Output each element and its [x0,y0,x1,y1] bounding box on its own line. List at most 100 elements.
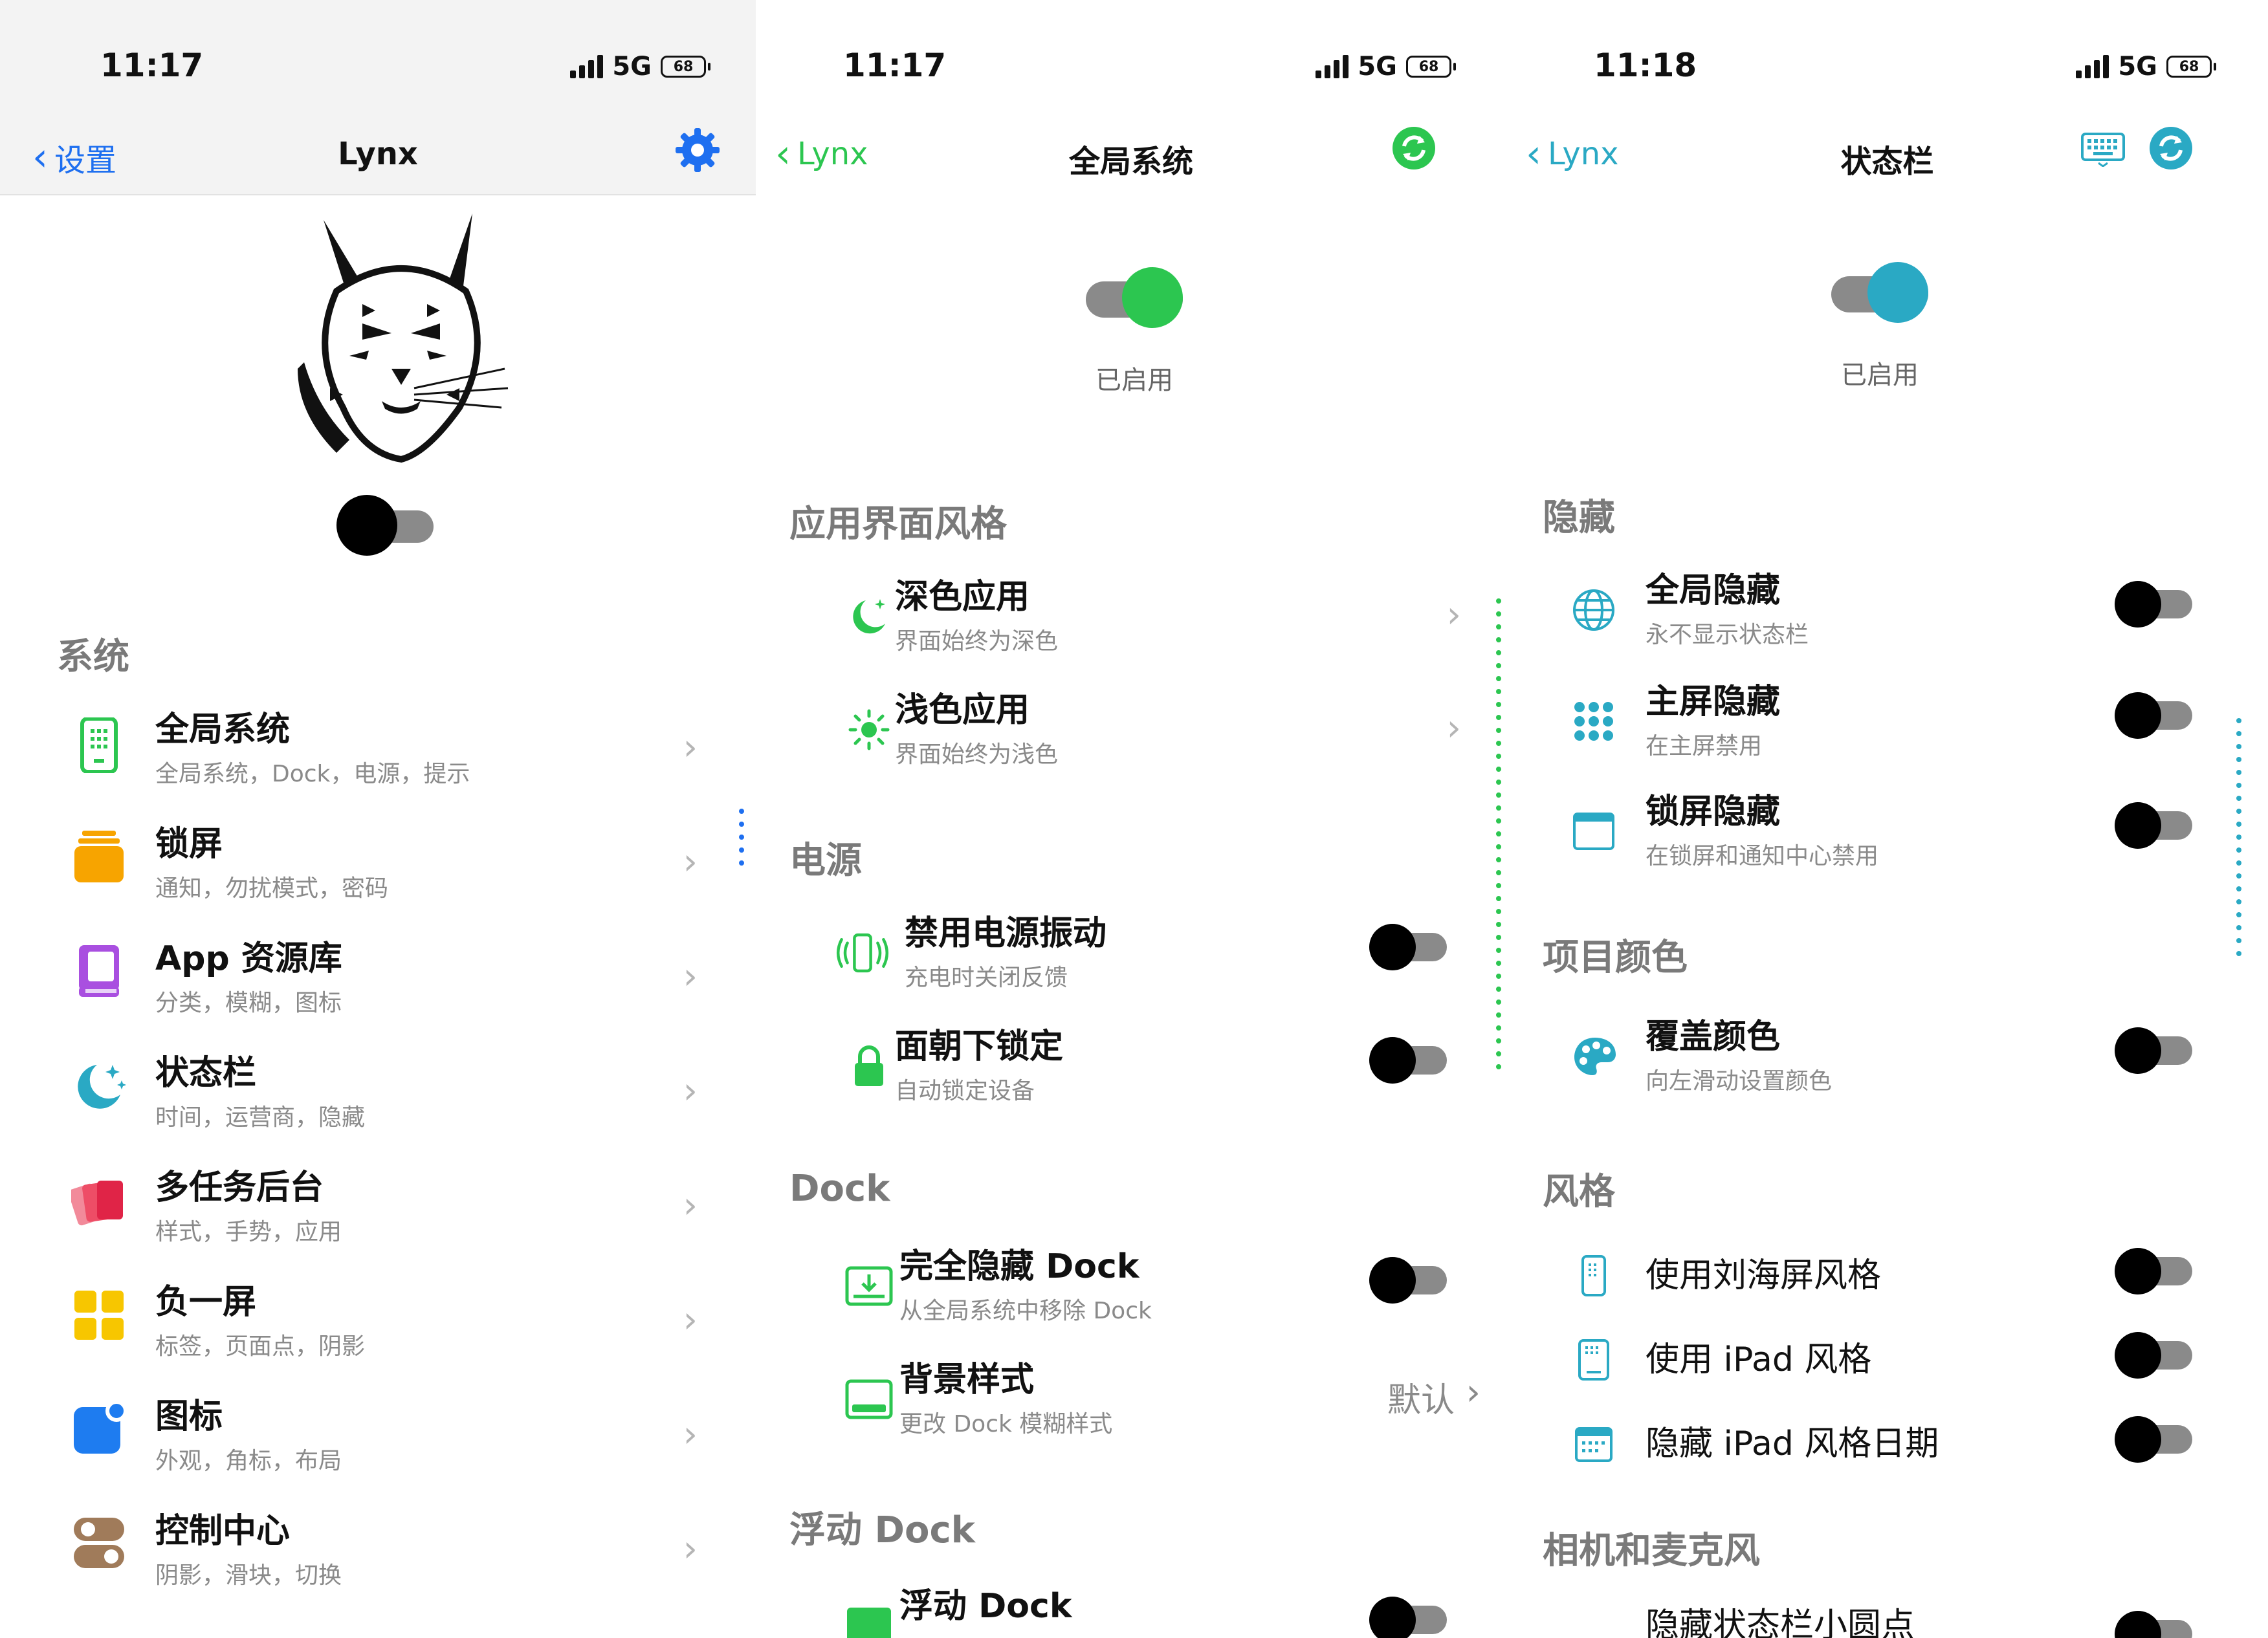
toggle-switch[interactable] [1369,924,1447,970]
chevron-right-icon: › [683,1185,698,1227]
lynx-logo [285,194,518,475]
list-item-today-view[interactable]: 负一屏 标签，页面点，阴影 › [0,1274,756,1371]
toggle-switch[interactable] [1369,1037,1447,1084]
network-label: 5G [612,52,652,82]
widgets-icon [70,1286,128,1344]
global-system-screen: 11:17 5G 68 ‹ Lynx 全局系统 已启用 应用界面风格 深色应用 … [756,0,1506,1638]
dock-icon [840,1370,898,1428]
list-item-ipad-style[interactable]: 使用 iPad 风格 [1506,1324,2268,1395]
lynx-master-toggle[interactable] [336,495,434,557]
list-item-global-system[interactable]: 全局系统 全局系统，Dock，电源，提示 › [0,702,756,799]
grid-dots-icon [1565,692,1623,750]
status-time: 11:18 [1594,47,1697,84]
list-item-hide-home[interactable]: 主屏隐藏 在主屏禁用 [1506,674,2268,771]
status-bar: 11:17 5G 68 [0,0,756,116]
list-item-hide-status-dots[interactable]: 隐藏状态栏小圆点 [1506,1598,2268,1638]
list-item-hide-global[interactable]: 全局隐藏 永不显示状态栏 [1506,563,2268,660]
floating-dock-icon [840,1597,898,1638]
status-bar: 11:17 5G 68 [756,0,1506,116]
list-item-multitasking[interactable]: 多任务后台 样式，手势，应用 › [0,1160,756,1257]
list-item-dark-app[interactable]: 深色应用 界面始终为深色 › [756,569,1506,666]
section-title: 隐藏 [1543,497,1615,539]
toggle-switch[interactable] [2115,692,2192,739]
moon-stars-icon [70,1057,128,1115]
chevron-right-icon: › [1466,1371,1481,1414]
section-title: 风格 [1543,1171,1615,1213]
list-item-override-color[interactable]: 覆盖颜色 向左滑动设置颜色 [1506,1009,2268,1106]
enable-toggle[interactable] [1086,267,1183,328]
moon-stars-icon [840,587,898,646]
list-item-light-app[interactable]: 浅色应用 界面始终为浅色 › [756,682,1506,780]
list-item-hide-dock[interactable]: 完全隐藏 Dock 从全局系统中移除 Dock [756,1239,1506,1336]
toggle-switch[interactable] [2115,1248,2192,1294]
list-item-lock-screen[interactable]: 锁屏 通知，勿扰模式，密码 › [0,816,756,913]
network-label: 5G [1358,52,1397,82]
toggles-icon [70,1514,128,1572]
toggle-switch[interactable] [1369,1597,1447,1638]
list-item-app-library[interactable]: App 资源库 分类，模糊，图标 › [0,931,756,1028]
status-time: 11:17 [843,47,947,84]
chevron-right-icon: › [683,1299,698,1341]
lock-icon [840,1037,898,1095]
scroll-indicator [1496,598,1501,1069]
list-item-hide-lock[interactable]: 锁屏隐藏 在锁屏和通知中心禁用 [1506,784,2268,881]
tablet-outline-icon [1565,1331,1623,1389]
battery-icon: 68 [2166,56,2216,78]
section-title: 相机和麦克风 [1543,1530,1760,1572]
list-item-disable-power-vibration[interactable]: 禁用电源振动 充电时关闭反馈 [756,906,1506,1003]
status-time: 11:17 [100,47,204,84]
globe-icon [1565,581,1623,639]
app-badge-icon [70,1399,128,1458]
status-bar: 11:18 5G 68 [1506,0,2268,116]
keyboard-icon[interactable] [2080,132,2126,169]
section-title: Dock [789,1168,890,1210]
sun-icon [840,701,898,759]
lynx-settings-screen: 11:17 5G 68 ‹ 设置 Lynx 系统 全局系统 全局系统，Dock，… [0,0,756,1638]
phone-icon [70,716,128,774]
toggle-switch[interactable] [2115,1611,2192,1638]
battery-icon: 68 [661,56,710,78]
nav-bar: ‹ Lynx 全局系统 [756,116,1506,194]
list-item-floating-dock[interactable]: 浮动 Dock [756,1578,1506,1638]
signal-icon [2076,55,2109,78]
page-title: Lynx [338,136,418,172]
chevron-right-icon: › [683,726,698,769]
toggle-switch[interactable] [2115,802,2192,849]
vibration-icon [833,924,892,982]
chevron-right-icon: › [683,1528,698,1570]
toggle-switch[interactable] [2115,1027,2192,1074]
list-item-control-center[interactable]: 控制中心 阴影，滑块，切换 › [0,1503,756,1600]
refresh-icon[interactable] [1391,126,1437,173]
list-item-notch-style[interactable]: 使用刘海屏风格 [1506,1240,2268,1311]
list-item-background-style[interactable]: 背景样式 更改 Dock 模糊样式 默认 › [756,1352,1506,1449]
enable-toggle[interactable] [1831,262,1928,323]
refresh-icon[interactable] [2148,126,2194,173]
list-item-icons[interactable]: 图标 外观，角标，布局 › [0,1389,756,1486]
tray-download-icon [840,1257,898,1315]
section-title: 电源 [789,840,862,882]
enabled-label: 已启用 [1095,366,1173,395]
stack-icon [70,827,128,885]
list-item-status-bar[interactable]: 状态栏 时间，运营商，隐藏 › [0,1045,756,1142]
cards-icon [70,1170,128,1228]
toggle-switch[interactable] [2115,1416,2192,1463]
book-icon [70,943,128,1001]
list-item-hide-ipad-date[interactable]: 隐藏 iPad 风格日期 [1506,1408,2268,1480]
chevron-right-icon: › [683,956,698,998]
chevron-right-icon: › [683,841,698,883]
window-icon [1565,802,1623,860]
signal-icon [1316,55,1349,78]
list-item-face-down-lock[interactable]: 面朝下锁定 自动锁定设备 [756,1019,1506,1116]
toggle-switch[interactable] [1369,1257,1447,1304]
current-value: 默认 [1387,1381,1455,1420]
gear-icon[interactable] [672,124,723,179]
battery-icon: 68 [1406,56,1456,78]
section-title: 系统 [57,636,129,678]
enabled-label: 已启用 [1841,360,1919,390]
phone-outline-icon [1565,1247,1623,1305]
network-label: 5G [2118,52,2157,82]
toggle-switch[interactable] [2115,1332,2192,1379]
signal-icon [570,55,604,78]
toggle-switch[interactable] [2115,581,2192,628]
section-title: 项目颜色 [1543,937,1688,979]
